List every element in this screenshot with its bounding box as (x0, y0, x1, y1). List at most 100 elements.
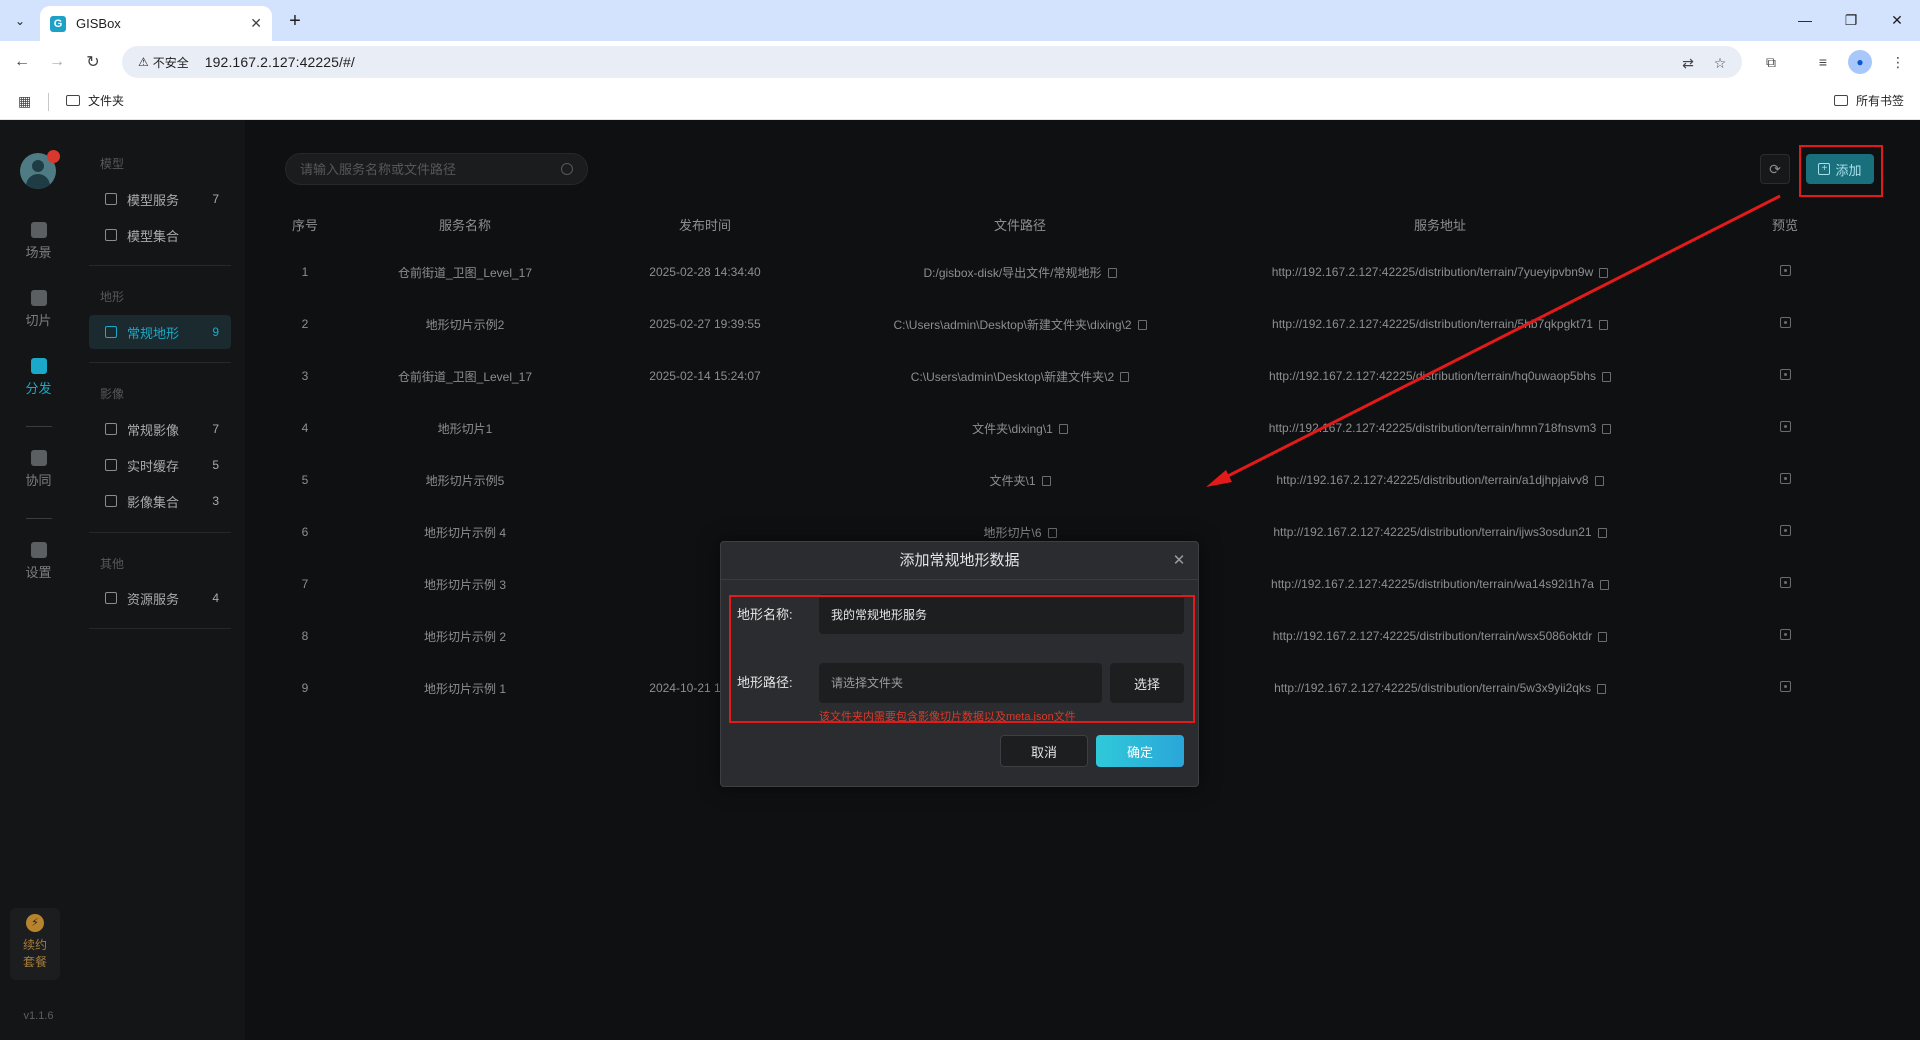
cache-icon (105, 459, 117, 471)
tab-close-icon[interactable]: ✕ (250, 15, 262, 32)
group-title-imagery: 影像 (100, 387, 125, 401)
window-close-icon[interactable]: ✕ (1874, 0, 1920, 40)
collection-icon (105, 229, 117, 241)
add-terrain-dialog: 添加常规地形数据 ✕ 地形名称: 地形路径: 选择 该文件夹内需要包含影像切片数… (720, 541, 1199, 787)
preview-icon[interactable] (1779, 369, 1791, 380)
browser-tab-bar: ⌄ G GISBox ✕ + — ❐ ✕ (0, 0, 1920, 41)
version-label: v1.1.6 (23, 1010, 54, 1022)
collection-icon (105, 495, 117, 507)
sidebar-item-terrain[interactable]: 常规地形 9 (89, 315, 231, 349)
all-bookmarks-label: 所有书签 (1856, 94, 1905, 108)
rail-item-distribute[interactable]: 分发 (0, 358, 77, 397)
rail-divider (26, 426, 52, 427)
row-preview (1665, 350, 1905, 402)
extensions-icon[interactable]: ⧉ (1759, 50, 1783, 74)
copy-icon[interactable] (1598, 319, 1608, 330)
reload-icon[interactable]: ↻ (80, 49, 106, 75)
copy-icon[interactable] (1602, 423, 1612, 434)
col-header: 服务名称 (438, 217, 491, 233)
bookmark-folder[interactable]: 文件夹 (66, 92, 124, 109)
copy-icon[interactable] (1107, 268, 1117, 279)
row-service-name: 仓前街道_卫图_Level_17 (397, 369, 533, 384)
sidebar-item-resource-service[interactable]: 资源服务 4 (89, 581, 231, 615)
sub-sidebar: 模型 模型服务 7 模型集合 地形 常规地形 9 影像 常规影像 7 实时缓存 (77, 120, 245, 1040)
forward-icon[interactable]: → (44, 49, 70, 75)
rail-item-settings[interactable]: 设置 (0, 542, 77, 581)
row-file-path: C:\Users\admin\Desktop\新建文件夹\2 (825, 350, 1215, 402)
confirm-button[interactable]: 确定 (1096, 735, 1184, 767)
row-index: 7 (301, 577, 309, 591)
row-index: 5 (301, 473, 309, 487)
rail-item-slice[interactable]: 切片 (0, 290, 77, 329)
security-label: 不安全 (152, 55, 189, 70)
copy-icon[interactable] (1597, 527, 1607, 538)
restore-icon[interactable]: ❐ (1828, 0, 1874, 40)
preview-icon[interactable] (1779, 577, 1791, 588)
renew-plan-button[interactable]: ⚡ 续约 套餐 (10, 908, 60, 980)
copy-icon[interactable] (1137, 320, 1147, 331)
new-tab-icon[interactable]: + (282, 8, 308, 34)
copy-icon[interactable] (1598, 631, 1608, 642)
apps-grid-icon[interactable]: ▦ (18, 93, 31, 110)
copy-icon[interactable] (1041, 476, 1051, 487)
search-box (285, 153, 588, 185)
preview-icon[interactable] (1779, 265, 1791, 276)
preview-icon[interactable] (1779, 317, 1791, 328)
tab-search-icon[interactable]: ⌄ (8, 9, 32, 33)
gisbox-app: 场景 切片 分发 协同 设置 ⚡ 续约 套餐 v1.1.6 模型 模型服务 7 … (0, 120, 1920, 1040)
copy-icon[interactable] (1047, 528, 1057, 539)
copy-icon[interactable] (1599, 579, 1609, 590)
col-header: 序号 (291, 217, 318, 233)
row-file-path: 文件夹\1 (825, 454, 1215, 506)
media-icon[interactable]: ≡ (1811, 50, 1835, 74)
search-input[interactable] (300, 161, 561, 177)
preview-icon[interactable] (1779, 473, 1791, 484)
rail-item-scene[interactable]: 场景 (0, 222, 77, 261)
sidebar-item-model-collection[interactable]: 模型集合 (89, 218, 231, 252)
row-service-name: 地形切片1 (437, 421, 493, 436)
copy-icon[interactable] (1594, 475, 1604, 486)
all-bookmarks[interactable]: 所有书签 (1834, 92, 1904, 109)
sidebar-item-realtime-cache[interactable]: 实时缓存 5 (89, 448, 231, 482)
preview-icon[interactable] (1779, 525, 1791, 536)
rail-item-collab[interactable]: 协同 (0, 450, 77, 489)
cancel-button[interactable]: 取消 (1000, 735, 1088, 767)
sidebar-item-imagery[interactable]: 常规影像 7 (89, 412, 231, 446)
row-service-url: http://192.167.2.127:42225/distribution/… (1215, 506, 1665, 558)
back-icon[interactable]: ← (9, 49, 35, 75)
search-icon[interactable] (561, 163, 573, 175)
copy-icon[interactable] (1601, 371, 1611, 382)
browser-tab[interactable]: G GISBox ✕ (40, 6, 272, 41)
bookmark-folder-label: 文件夹 (88, 94, 125, 108)
bookmark-star-icon[interactable]: ☆ (1711, 54, 1729, 72)
row-index: 8 (301, 629, 309, 643)
translate-icon[interactable]: ⇄ (1679, 54, 1697, 72)
menu-icon[interactable]: ⋮ (1886, 50, 1910, 74)
sidebar-item-model-service[interactable]: 模型服务 7 (89, 182, 231, 216)
url-text[interactable]: 192.167.2.127:42225/#/ (205, 54, 355, 70)
refresh-button[interactable]: ⟳ (1760, 154, 1790, 184)
dialog-title: 添加常规地形数据 (721, 542, 1198, 580)
sidebar-item-image-collection[interactable]: 影像集合 3 (89, 484, 231, 518)
group-title-terrain: 地形 (100, 290, 125, 304)
copy-icon[interactable] (1599, 267, 1609, 278)
table-row: 2 地形切片示例2 2025-02-27 19:39:55 C:\Users\admi… (265, 298, 1905, 350)
copy-icon[interactable] (1058, 424, 1068, 435)
security-chip[interactable]: ⚠ 不安全 (130, 50, 197, 74)
address-bar[interactable]: ⚠ 不安全 192.167.2.127:42225/#/ ⇄ ☆ (122, 46, 1742, 78)
row-service-url: http://192.167.2.127:42225/distribution/… (1215, 454, 1665, 506)
row-preview (1665, 298, 1905, 350)
preview-icon[interactable] (1779, 629, 1791, 640)
folder-icon (66, 95, 80, 106)
notification-badge-icon (47, 150, 60, 163)
copy-icon[interactable] (1596, 683, 1606, 694)
gisbox-favicon-icon: G (50, 15, 66, 32)
minimize-icon[interactable]: — (1782, 0, 1828, 40)
preview-icon[interactable] (1779, 681, 1791, 692)
close-icon[interactable]: ✕ (1170, 552, 1188, 570)
row-service-url: http://192.167.2.127:42225/distribution/… (1215, 610, 1665, 662)
profile-avatar-icon[interactable]: ● (1848, 50, 1872, 74)
terrain-icon (105, 326, 117, 338)
copy-icon[interactable] (1120, 372, 1130, 383)
preview-icon[interactable] (1779, 421, 1791, 432)
